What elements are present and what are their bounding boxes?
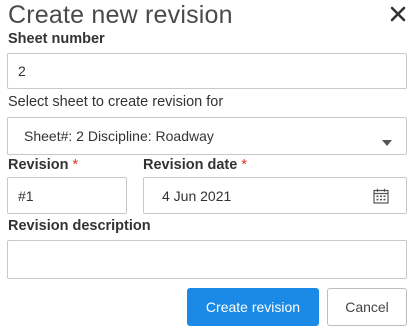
sheet-number-label: Sheet number [8,31,105,47]
revision-date-value: 4 Jun 2021 [162,187,232,204]
required-marker: * [72,157,79,173]
required-marker: * [241,157,247,173]
select-sheet-value: Sheet#: 2 Discipline: Roadway [24,128,214,144]
create-revision-button[interactable]: Create revision [187,288,319,326]
calendar-icon[interactable] [373,188,389,207]
revision-description-input[interactable] [7,240,407,279]
cancel-button[interactable]: Cancel [327,288,407,326]
revision-description-label: Revision description [8,218,151,234]
revision-input[interactable]: #1 [7,177,127,214]
revision-date-label: Revision date * [143,157,247,173]
chevron-down-icon [382,133,392,149]
select-sheet-dropdown[interactable]: Sheet#: 2 Discipline: Roadway [7,117,407,155]
close-icon[interactable] [386,2,410,26]
dialog-title: Create new revision [8,1,233,29]
sheet-number-input[interactable]: 2 [7,53,407,89]
sheet-number-value: 2 [18,63,26,79]
revision-date-input[interactable]: 4 Jun 2021 [143,177,407,214]
select-sheet-label: Select sheet to create revision for [8,94,224,110]
revision-value: #1 [18,187,34,204]
revision-label: Revision * [8,157,79,173]
